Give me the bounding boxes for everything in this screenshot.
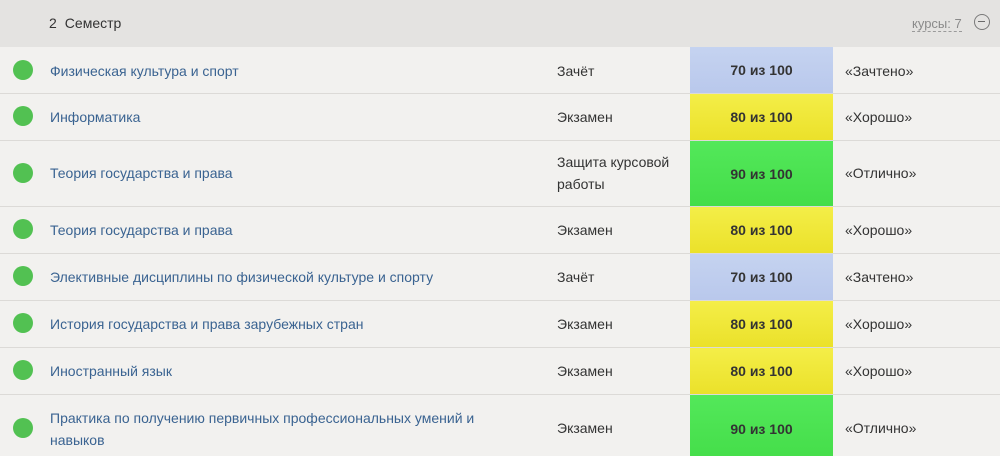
grades-page: 2 Семестр курсы: 7 Физическая культура и … bbox=[0, 0, 1000, 456]
semester-title: 2 Семестр bbox=[49, 15, 121, 31]
control-type: Зачёт bbox=[557, 269, 595, 285]
grade-label: «Хорошо» bbox=[845, 363, 913, 379]
grade-label: «Хорошо» bbox=[845, 109, 913, 125]
grade-label: «Хорошо» bbox=[845, 316, 913, 332]
course-row: Практика по получению первичных професси… bbox=[0, 395, 1000, 456]
score-cell: 80 из 100 bbox=[690, 94, 833, 140]
control-type: Экзамен bbox=[557, 420, 613, 436]
course-link[interactable]: Элективные дисциплины по физической куль… bbox=[50, 266, 530, 288]
control-type: Защита курсовой работы bbox=[557, 154, 670, 192]
course-row: Элективные дисциплины по физической куль… bbox=[0, 254, 1000, 301]
course-link[interactable]: Теория государства и права bbox=[50, 162, 530, 184]
grade-label: «Зачтено» bbox=[845, 269, 914, 285]
grade-label: «Отлично» bbox=[845, 420, 917, 436]
course-row: Теория государства и права Защита курсов… bbox=[0, 141, 1000, 207]
course-link[interactable]: Теория государства и права bbox=[50, 219, 530, 241]
control-type: Экзамен bbox=[557, 363, 613, 379]
control-type: Экзамен bbox=[557, 109, 613, 125]
grade-label: «Отлично» bbox=[845, 165, 917, 181]
course-link[interactable]: Иностранный язык bbox=[50, 360, 530, 382]
semester-header[interactable]: 2 Семестр курсы: 7 bbox=[0, 0, 1000, 47]
course-row: Физическая культура и спорт Зачёт 70 из … bbox=[0, 47, 1000, 94]
score-cell: 90 из 100 bbox=[690, 141, 833, 206]
status-dot-icon bbox=[13, 266, 33, 286]
course-row: Информатика Экзамен 80 из 100 «Хорошо» bbox=[0, 94, 1000, 141]
score-cell: 80 из 100 bbox=[690, 207, 833, 253]
score-cell: 80 из 100 bbox=[690, 301, 833, 347]
status-dot-icon bbox=[13, 418, 33, 438]
collapse-icon[interactable] bbox=[974, 14, 990, 30]
status-dot-icon bbox=[13, 313, 33, 333]
grade-label: «Зачтено» bbox=[845, 63, 914, 79]
score-cell: 70 из 100 bbox=[690, 254, 833, 300]
course-link[interactable]: Физическая культура и спорт bbox=[50, 60, 530, 82]
score-cell: 90 из 100 bbox=[690, 395, 833, 456]
grade-label: «Хорошо» bbox=[845, 222, 913, 238]
course-row: История государства и права зарубежных с… bbox=[0, 301, 1000, 348]
semester-number: 2 bbox=[49, 15, 57, 31]
course-link[interactable]: История государства и права зарубежных с… bbox=[50, 313, 530, 335]
course-row: Иностранный язык Экзамен 80 из 100 «Хоро… bbox=[0, 348, 1000, 395]
control-type: Экзамен bbox=[557, 316, 613, 332]
status-dot-icon bbox=[13, 60, 33, 80]
status-dot-icon bbox=[13, 219, 33, 239]
course-list: Физическая культура и спорт Зачёт 70 из … bbox=[0, 47, 1000, 456]
status-dot-icon bbox=[13, 106, 33, 126]
control-type: Экзамен bbox=[557, 222, 613, 238]
control-type: Зачёт bbox=[557, 63, 595, 79]
courses-count-link[interactable]: курсы: 7 bbox=[912, 16, 962, 32]
score-cell: 70 из 100 bbox=[690, 47, 833, 93]
status-dot-icon bbox=[13, 163, 33, 183]
course-link[interactable]: Информатика bbox=[50, 106, 530, 128]
course-row: Теория государства и права Экзамен 80 из… bbox=[0, 207, 1000, 254]
course-link[interactable]: Практика по получению первичных професси… bbox=[50, 407, 520, 451]
semester-label: Семестр bbox=[64, 15, 122, 31]
status-dot-icon bbox=[13, 360, 33, 380]
score-cell: 80 из 100 bbox=[690, 348, 833, 394]
